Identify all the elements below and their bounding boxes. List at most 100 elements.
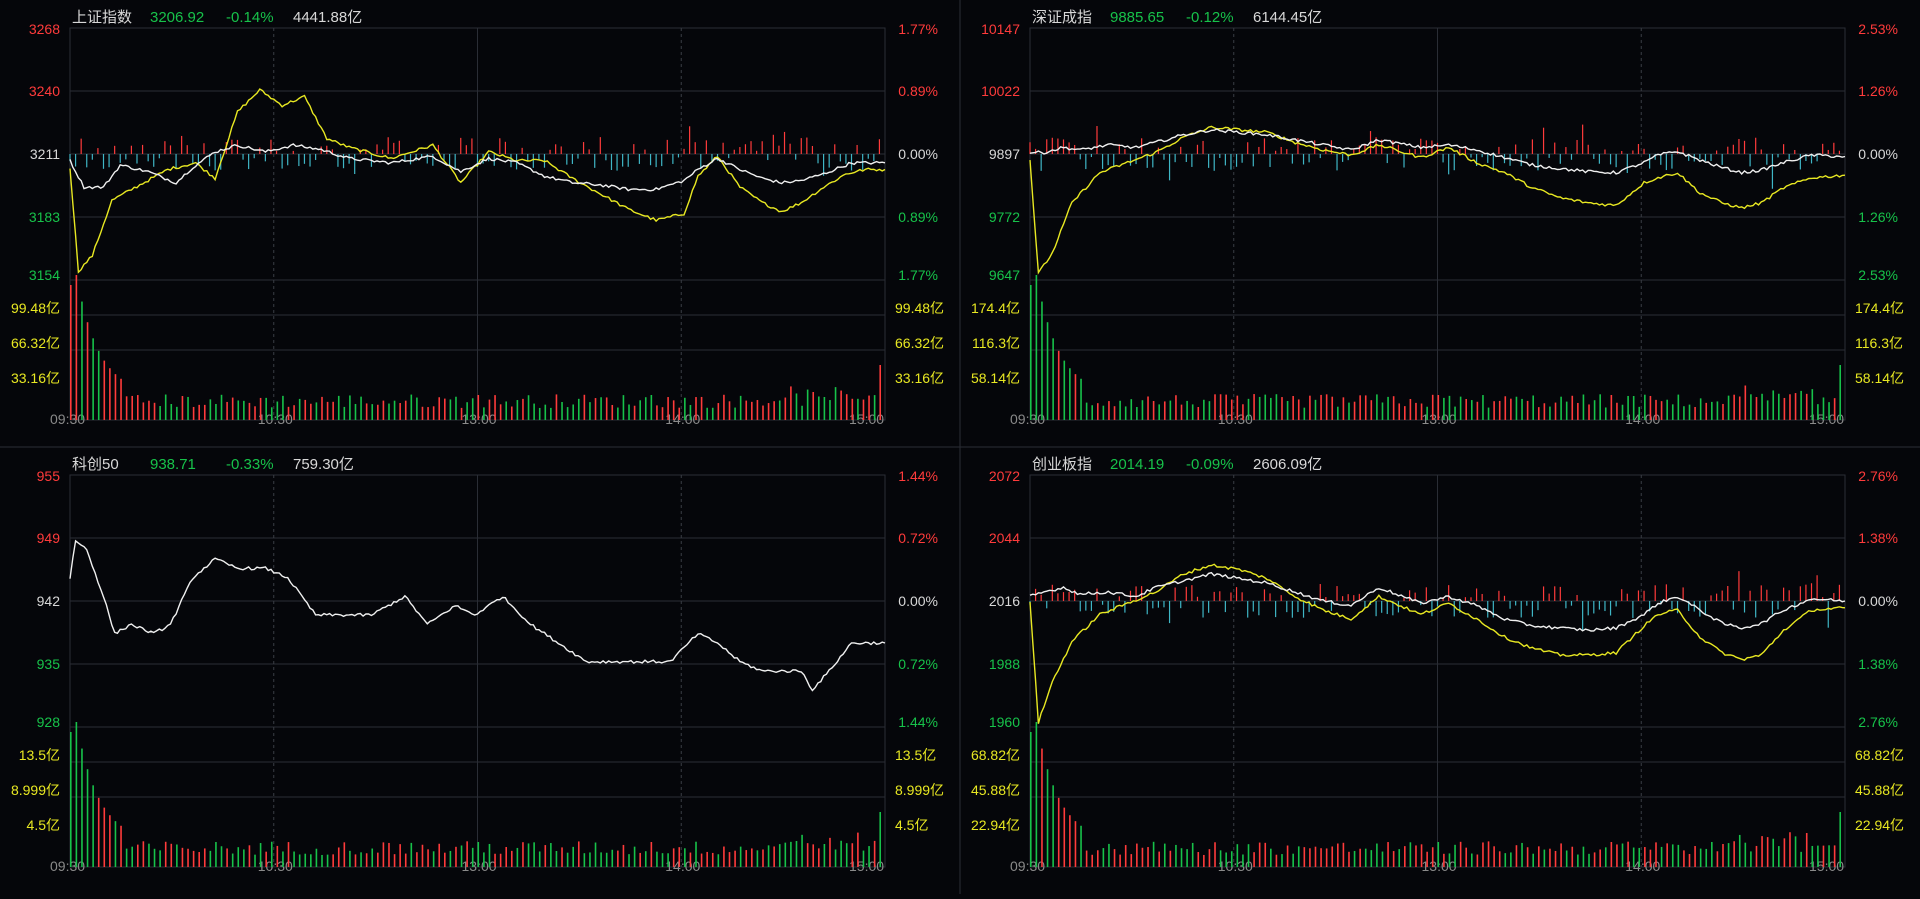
volume-tick-label: 33.16亿 xyxy=(895,370,944,386)
volume-bar xyxy=(243,400,245,420)
volume-bar xyxy=(421,406,424,420)
volume-bar xyxy=(1822,397,1825,420)
volume-bar xyxy=(633,405,636,420)
volume-bar xyxy=(678,847,681,867)
volume-bar xyxy=(354,403,357,420)
volume-bar xyxy=(773,401,775,420)
volume-bar xyxy=(1800,390,1802,420)
volume-bar xyxy=(1610,842,1613,867)
volume-bar xyxy=(1593,400,1596,420)
volume-bar xyxy=(1677,844,1680,867)
volume-bar xyxy=(533,842,535,867)
volume-bar xyxy=(1498,400,1501,420)
volume-bar xyxy=(1588,853,1590,867)
volume-bar xyxy=(1783,397,1786,420)
volume-bar xyxy=(1052,338,1054,420)
volume-bar xyxy=(220,846,223,867)
volume-bar xyxy=(1342,842,1345,867)
volume-bar xyxy=(1080,378,1082,420)
pct-tick-label: 0.89% xyxy=(898,83,938,99)
volume-bar xyxy=(1191,842,1194,867)
volume-bar xyxy=(617,850,619,867)
volume-bar xyxy=(460,407,463,420)
volume-bar xyxy=(706,407,708,420)
volume-bar xyxy=(600,397,602,420)
volume-bar xyxy=(1493,846,1495,867)
volume-bar xyxy=(466,841,468,867)
grid xyxy=(1029,474,1846,868)
volume-bar xyxy=(1342,397,1345,420)
volume-bar xyxy=(795,393,798,420)
volume-bar xyxy=(667,853,669,867)
volume-bar xyxy=(1761,393,1763,420)
volume-bar xyxy=(1660,401,1663,420)
volume-bar xyxy=(1577,854,1579,867)
volume-bar xyxy=(778,844,781,867)
volume-bar xyxy=(1057,797,1060,867)
volume-bar xyxy=(220,394,223,420)
volume-bar xyxy=(1275,854,1278,867)
volume-bar xyxy=(672,400,675,420)
volume-bar xyxy=(1236,844,1239,867)
volume-bar xyxy=(270,841,273,867)
volume-bar xyxy=(522,398,524,420)
pct-tick-label: 1.77% xyxy=(898,21,938,37)
volume-tick-label: 116.3亿 xyxy=(972,335,1020,351)
volume-bar xyxy=(1258,396,1261,420)
price-tick-label: 9647 xyxy=(989,267,1020,283)
volume-bar xyxy=(1644,394,1646,420)
volume-bar xyxy=(1169,850,1172,867)
volume-bar xyxy=(226,848,228,867)
volume-bar xyxy=(109,368,111,420)
volume-bar xyxy=(1761,836,1763,867)
volume-bar xyxy=(1030,732,1032,867)
time-label: 15:00 xyxy=(849,858,884,874)
pct-tick-label: 0.00% xyxy=(1858,146,1898,162)
volume-bar xyxy=(125,396,128,420)
volume-bar xyxy=(254,406,256,420)
volume-bar xyxy=(1348,851,1350,867)
volume-bar xyxy=(1370,400,1373,420)
volume-bar xyxy=(1242,854,1244,867)
volume-bar xyxy=(1353,850,1356,867)
pct-tick-label: 0.00% xyxy=(898,146,938,162)
price-tick-label: 10022 xyxy=(981,83,1020,99)
pct-tick-label: 1.44% xyxy=(898,714,938,730)
volume-bar xyxy=(656,851,658,867)
volume-bar xyxy=(739,846,742,867)
volume-bar xyxy=(1348,402,1350,420)
volume-bar xyxy=(1705,402,1708,420)
volume-bar xyxy=(1258,842,1261,867)
volume-bar xyxy=(1147,847,1149,867)
volume-bar xyxy=(393,400,396,420)
volume-bar xyxy=(1175,844,1177,867)
volume-bar xyxy=(337,395,340,420)
volume-bar xyxy=(1783,838,1786,867)
pct-tick-label: 2.76% xyxy=(1858,468,1898,484)
volume-bar xyxy=(1666,843,1668,867)
volume-bar xyxy=(1163,843,1166,867)
volume-bar xyxy=(639,400,641,420)
volume-bar xyxy=(1470,400,1473,420)
volume-bar xyxy=(1683,406,1685,420)
volume-bar xyxy=(1705,848,1708,867)
volume-bar xyxy=(1085,850,1088,867)
volume-bar xyxy=(1404,406,1406,420)
volume-tick-label: 22.94亿 xyxy=(1855,817,1904,833)
breadth-bars xyxy=(1029,124,1841,189)
volume-bar xyxy=(1197,407,1200,420)
volume-bar xyxy=(1398,403,1401,420)
volume-bar xyxy=(695,397,697,420)
volume-bar xyxy=(114,821,117,867)
volume-bar xyxy=(1242,404,1244,420)
volume-bar xyxy=(1080,825,1082,867)
volume-bar xyxy=(1437,395,1440,420)
volume-bar xyxy=(483,852,485,867)
volume-bar xyxy=(427,849,429,867)
volume-bar xyxy=(120,378,122,420)
volume-bar xyxy=(488,843,491,867)
volume-bar xyxy=(1443,853,1445,867)
volume-bar xyxy=(1733,841,1735,867)
volume-bar xyxy=(1526,847,1529,867)
volume-bar xyxy=(1476,854,1479,867)
